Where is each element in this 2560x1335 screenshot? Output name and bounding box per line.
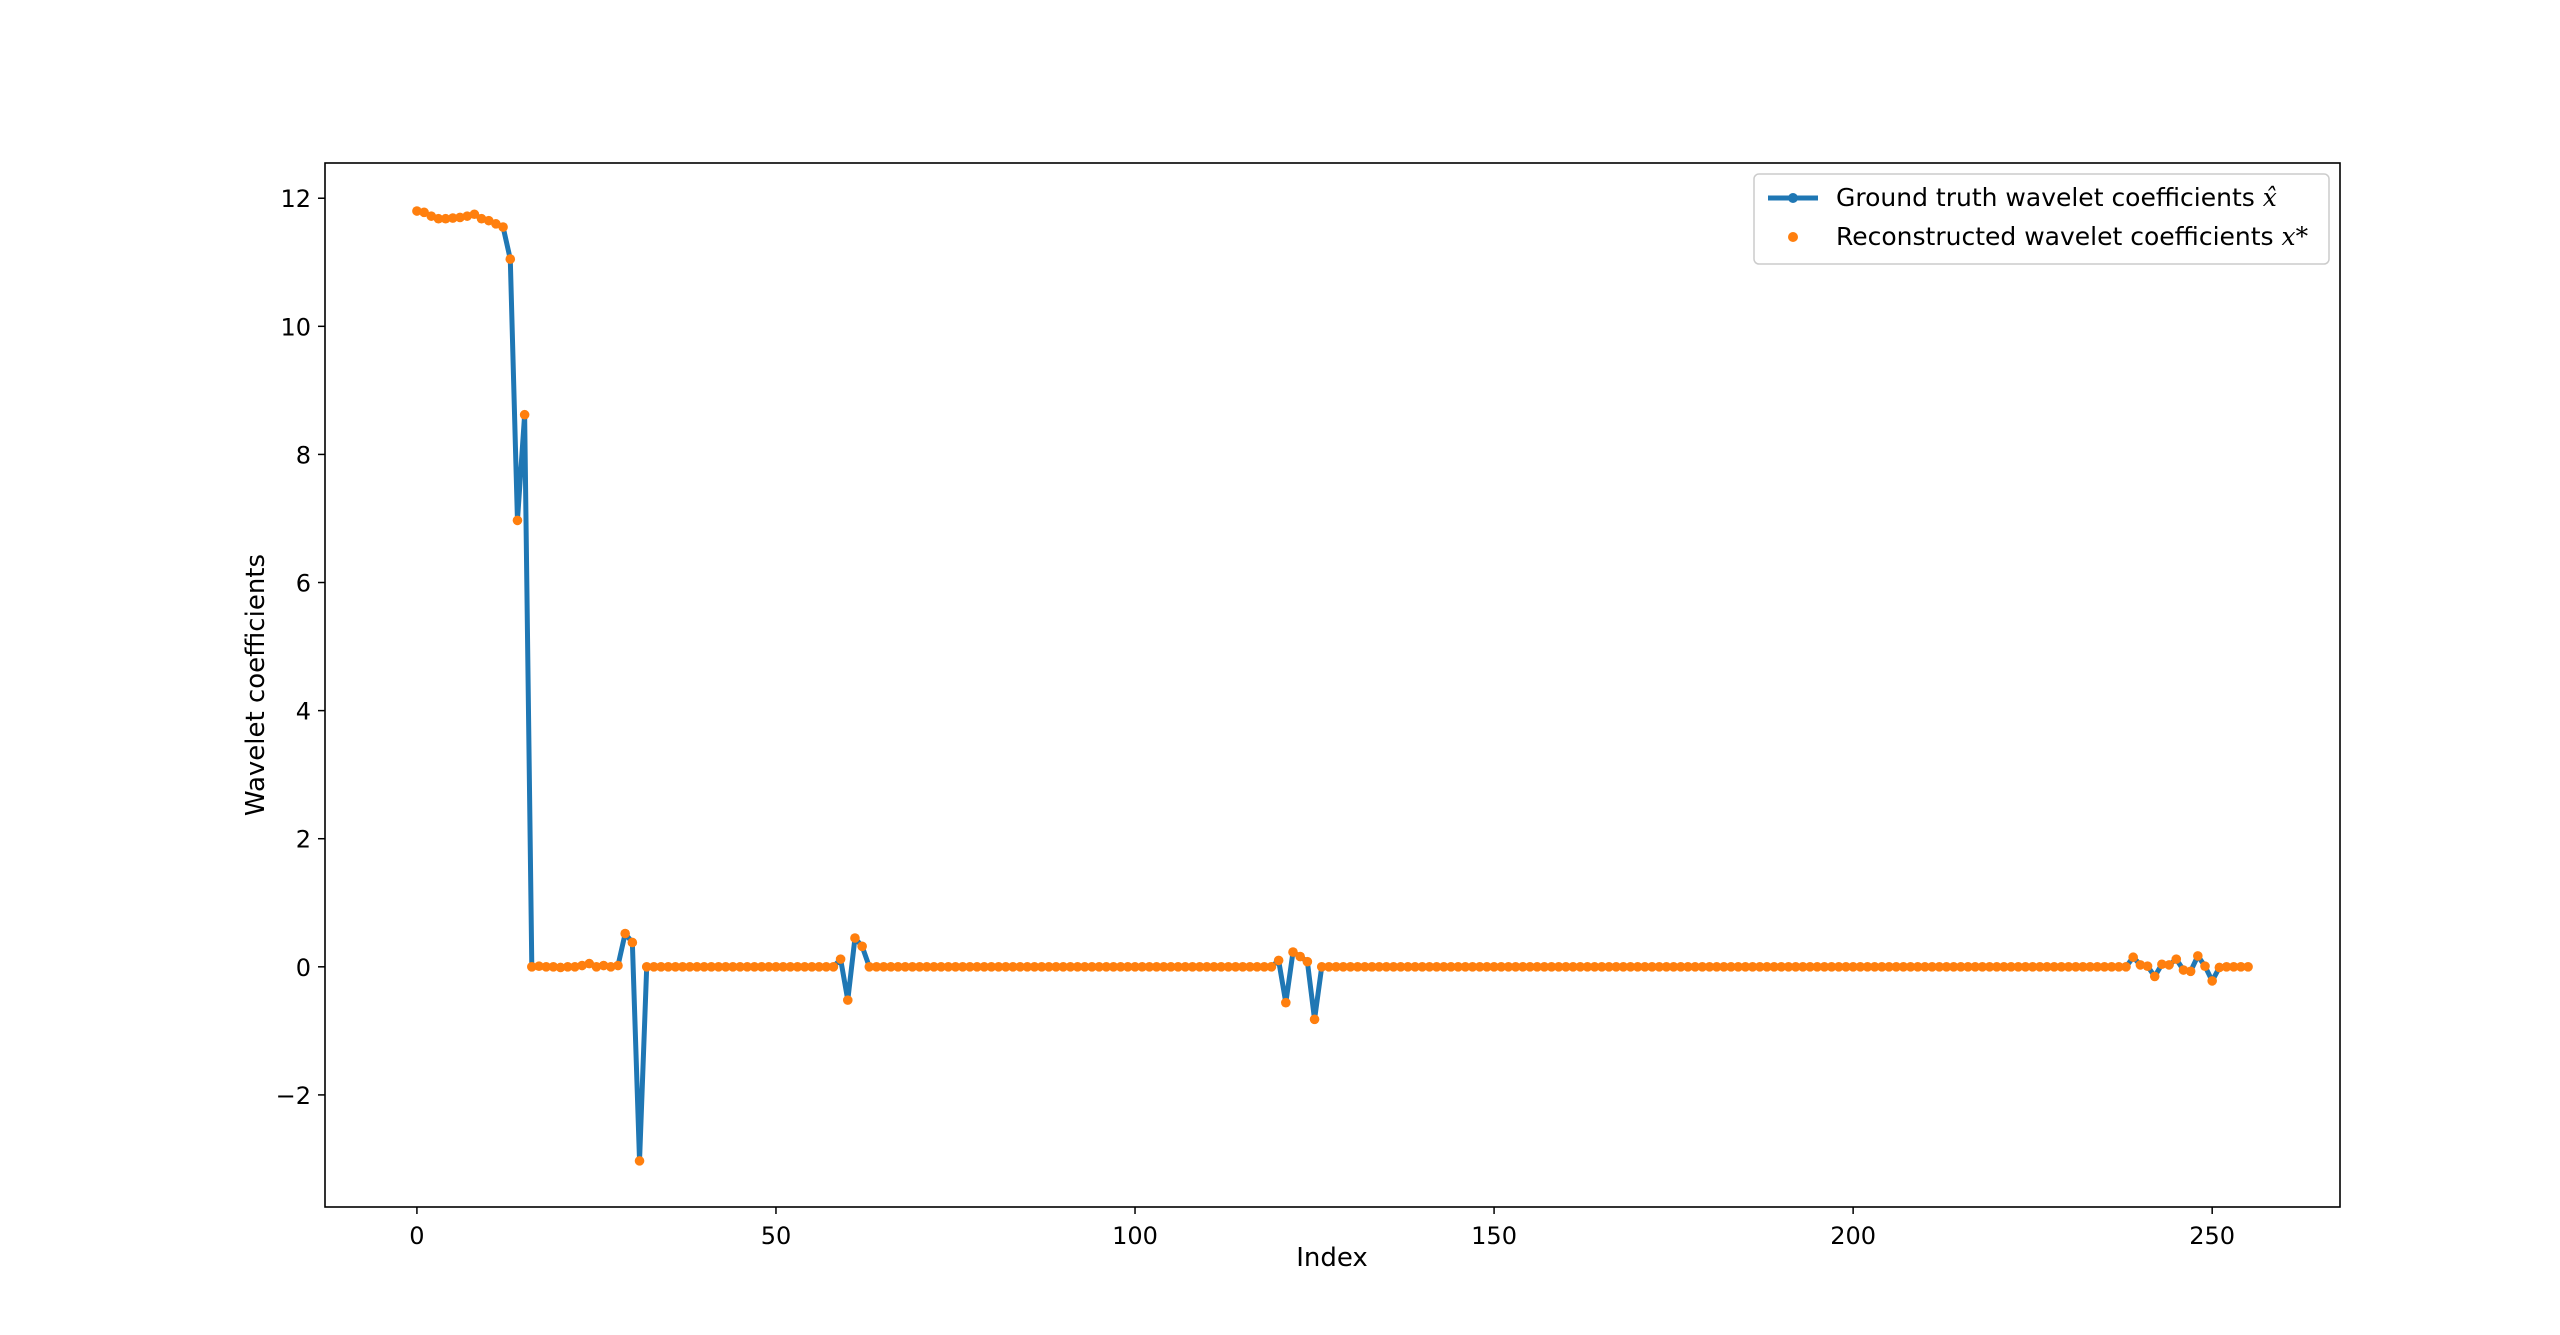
reconstructed-point [842,995,853,1005]
reconstructed-point [620,928,630,939]
reconstructed-point [1281,997,1291,1008]
reconstructed-point [2207,976,2217,986]
x-tick-label: 150 [1471,1222,1517,1250]
y-tick-label: 12 [280,185,311,213]
legend: Ground truth wavelet coefficients x̂ Rec… [1753,173,2330,265]
reconstructed-point [498,222,508,232]
reconstructed-point [1309,1014,1320,1025]
x-tick-label: 0 [409,1222,424,1250]
y-tick-label: 8 [296,441,311,469]
legend-marker-ground-truth [1788,193,1798,203]
reconstructed-point [2185,966,2196,977]
reconstructed-point [1302,956,1313,967]
x-tick-label: 50 [761,1222,792,1250]
y-tick-label: 0 [296,954,311,982]
y-tick-label: 6 [296,570,311,598]
y-tick-label: −2 [276,1082,311,1110]
reconstructed-point [2142,961,2153,971]
y-tick-label: 4 [296,698,311,726]
legend-math-ground-truth: x̂ [2263,183,2277,212]
reconstructed-point [2200,961,2210,971]
reconstructed-point [2193,951,2203,961]
plot-area [325,163,2340,1207]
reconstructed-point [2243,962,2253,972]
reconstructed-point [519,409,530,420]
y-axis-label: Wavelet coefficients [241,554,271,816]
line-chart: 0 50 100 150 200 250 −2 0 2 4 6 8 10 12 Index Wavele… [241,162,2341,1273]
y-tick-label: 2 [296,826,311,854]
reconstructed-point [1266,962,1277,972]
reconstructed-point [505,254,516,264]
reconstructed-point [627,937,638,948]
x-tick-label: 100 [1112,1222,1158,1250]
y-axis: −2 0 2 4 6 8 10 12 [276,185,325,1110]
reconstructed-point [828,962,839,972]
legend-math-reconstructed: x* [2282,222,2309,251]
reconstructed-point [2128,952,2138,963]
reconstructed-point [835,954,846,964]
reconstructed-point [634,1156,645,1166]
legend-label-reconstructed: Reconstructed wavelet coefficients x* [1836,222,2309,251]
x-tick-label: 250 [2189,1222,2235,1250]
reconstructed-point [2121,962,2131,972]
legend-marker-reconstructed [1788,232,1798,242]
x-axis-label: Index [1296,1243,1368,1273]
reconstructed-point [850,933,860,943]
reconstructed-point [1273,955,1284,966]
figure: 0 50 100 150 200 250 −2 0 2 4 6 8 10 12 Index Wavele… [0,0,2560,1335]
reconstructed-point [613,960,623,971]
reconstructed-point [857,941,867,952]
legend-label-ground-truth: Ground truth wavelet coefficients x̂ [1836,183,2277,212]
reconstructed-point [2171,954,2182,964]
reconstructed-point [2149,971,2160,982]
y-tick-label: 10 [280,313,311,341]
reconstructed-point [512,515,523,526]
x-tick-label: 200 [1830,1222,1876,1250]
